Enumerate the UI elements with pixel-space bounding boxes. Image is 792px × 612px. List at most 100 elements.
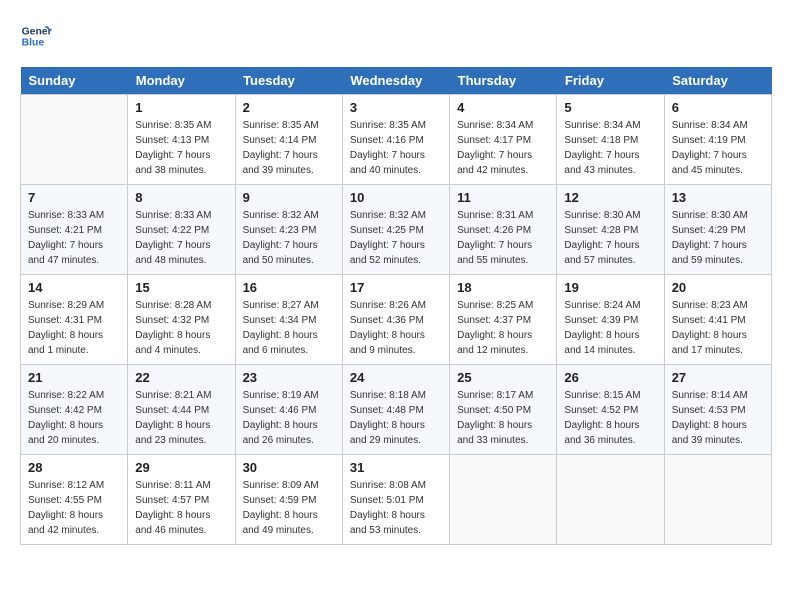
calendar-cell: 4 Sunrise: 8:34 AM Sunset: 4:17 PM Dayli…: [450, 95, 557, 185]
sunset-label: Sunset: 4:57 PM: [135, 495, 209, 506]
sunset-label: Sunset: 4:37 PM: [457, 315, 531, 326]
sunset-label: Sunset: 4:13 PM: [135, 135, 209, 146]
calendar-cell: 28 Sunrise: 8:12 AM Sunset: 4:55 PM Dayl…: [21, 455, 128, 545]
calendar-cell: 14 Sunrise: 8:29 AM Sunset: 4:31 PM Dayl…: [21, 275, 128, 365]
daylight-label: Daylight: 8 hours and 9 minutes.: [350, 330, 425, 356]
sunrise-label: Sunrise: 8:26 AM: [350, 300, 426, 311]
daylight-label: Daylight: 7 hours and 55 minutes.: [457, 240, 532, 266]
day-number: 12: [564, 190, 656, 205]
daylight-label: Daylight: 7 hours and 52 minutes.: [350, 240, 425, 266]
daylight-label: Daylight: 8 hours and 36 minutes.: [564, 420, 639, 446]
sunset-label: Sunset: 4:41 PM: [672, 315, 746, 326]
calendar-cell: 22 Sunrise: 8:21 AM Sunset: 4:44 PM Dayl…: [128, 365, 235, 455]
col-header-monday: Monday: [128, 67, 235, 95]
sunset-label: Sunset: 4:14 PM: [243, 135, 317, 146]
day-number: 28: [28, 460, 120, 475]
day-number: 5: [564, 100, 656, 115]
sunset-label: Sunset: 4:48 PM: [350, 405, 424, 416]
day-info: Sunrise: 8:35 AM Sunset: 4:14 PM Dayligh…: [243, 118, 335, 178]
daylight-label: Daylight: 8 hours and 46 minutes.: [135, 510, 210, 536]
calendar-cell: 10 Sunrise: 8:32 AM Sunset: 4:25 PM Dayl…: [342, 185, 449, 275]
daylight-label: Daylight: 8 hours and 14 minutes.: [564, 330, 639, 356]
calendar-cell: 30 Sunrise: 8:09 AM Sunset: 4:59 PM Dayl…: [235, 455, 342, 545]
calendar-cell: 12 Sunrise: 8:30 AM Sunset: 4:28 PM Dayl…: [557, 185, 664, 275]
calendar-cell: 5 Sunrise: 8:34 AM Sunset: 4:18 PM Dayli…: [557, 95, 664, 185]
daylight-label: Daylight: 7 hours and 42 minutes.: [457, 150, 532, 176]
day-info: Sunrise: 8:15 AM Sunset: 4:52 PM Dayligh…: [564, 388, 656, 448]
sunrise-label: Sunrise: 8:34 AM: [457, 120, 533, 131]
day-number: 2: [243, 100, 335, 115]
sunrise-label: Sunrise: 8:34 AM: [564, 120, 640, 131]
sunset-label: Sunset: 4:39 PM: [564, 315, 638, 326]
day-info: Sunrise: 8:35 AM Sunset: 4:13 PM Dayligh…: [135, 118, 227, 178]
logo-icon: General Blue: [20, 20, 52, 52]
calendar-cell: 1 Sunrise: 8:35 AM Sunset: 4:13 PM Dayli…: [128, 95, 235, 185]
day-info: Sunrise: 8:32 AM Sunset: 4:23 PM Dayligh…: [243, 208, 335, 268]
day-number: 23: [243, 370, 335, 385]
col-header-thursday: Thursday: [450, 67, 557, 95]
sunset-label: Sunset: 4:26 PM: [457, 225, 531, 236]
day-number: 16: [243, 280, 335, 295]
day-number: 18: [457, 280, 549, 295]
calendar-cell: 15 Sunrise: 8:28 AM Sunset: 4:32 PM Dayl…: [128, 275, 235, 365]
col-header-wednesday: Wednesday: [342, 67, 449, 95]
day-number: 13: [672, 190, 764, 205]
daylight-label: Daylight: 8 hours and 12 minutes.: [457, 330, 532, 356]
sunrise-label: Sunrise: 8:21 AM: [135, 390, 211, 401]
day-info: Sunrise: 8:23 AM Sunset: 4:41 PM Dayligh…: [672, 298, 764, 358]
day-number: 19: [564, 280, 656, 295]
day-info: Sunrise: 8:35 AM Sunset: 4:16 PM Dayligh…: [350, 118, 442, 178]
calendar-cell: 17 Sunrise: 8:26 AM Sunset: 4:36 PM Dayl…: [342, 275, 449, 365]
day-info: Sunrise: 8:19 AM Sunset: 4:46 PM Dayligh…: [243, 388, 335, 448]
calendar-cell: [664, 455, 771, 545]
calendar-cell: [557, 455, 664, 545]
day-number: 30: [243, 460, 335, 475]
day-info: Sunrise: 8:18 AM Sunset: 4:48 PM Dayligh…: [350, 388, 442, 448]
day-number: 6: [672, 100, 764, 115]
daylight-label: Daylight: 8 hours and 4 minutes.: [135, 330, 210, 356]
col-header-saturday: Saturday: [664, 67, 771, 95]
daylight-label: Daylight: 7 hours and 59 minutes.: [672, 240, 747, 266]
sunset-label: Sunset: 4:18 PM: [564, 135, 638, 146]
day-info: Sunrise: 8:33 AM Sunset: 4:22 PM Dayligh…: [135, 208, 227, 268]
sunrise-label: Sunrise: 8:28 AM: [135, 300, 211, 311]
day-info: Sunrise: 8:33 AM Sunset: 4:21 PM Dayligh…: [28, 208, 120, 268]
sunrise-label: Sunrise: 8:14 AM: [672, 390, 748, 401]
daylight-label: Daylight: 8 hours and 49 minutes.: [243, 510, 318, 536]
day-number: 21: [28, 370, 120, 385]
day-info: Sunrise: 8:21 AM Sunset: 4:44 PM Dayligh…: [135, 388, 227, 448]
calendar-cell: 20 Sunrise: 8:23 AM Sunset: 4:41 PM Dayl…: [664, 275, 771, 365]
calendar-cell: 13 Sunrise: 8:30 AM Sunset: 4:29 PM Dayl…: [664, 185, 771, 275]
sunrise-label: Sunrise: 8:11 AM: [135, 480, 210, 491]
sunset-label: Sunset: 4:31 PM: [28, 315, 102, 326]
day-number: 24: [350, 370, 442, 385]
day-info: Sunrise: 8:11 AM Sunset: 4:57 PM Dayligh…: [135, 478, 227, 538]
day-info: Sunrise: 8:34 AM Sunset: 4:19 PM Dayligh…: [672, 118, 764, 178]
day-info: Sunrise: 8:26 AM Sunset: 4:36 PM Dayligh…: [350, 298, 442, 358]
day-number: 11: [457, 190, 549, 205]
daylight-label: Daylight: 8 hours and 17 minutes.: [672, 330, 747, 356]
day-number: 20: [672, 280, 764, 295]
sunset-label: Sunset: 4:22 PM: [135, 225, 209, 236]
daylight-label: Daylight: 8 hours and 26 minutes.: [243, 420, 318, 446]
calendar-cell: 16 Sunrise: 8:27 AM Sunset: 4:34 PM Dayl…: [235, 275, 342, 365]
sunset-label: Sunset: 4:25 PM: [350, 225, 424, 236]
sunrise-label: Sunrise: 8:30 AM: [672, 210, 748, 221]
day-number: 9: [243, 190, 335, 205]
calendar-cell: 26 Sunrise: 8:15 AM Sunset: 4:52 PM Dayl…: [557, 365, 664, 455]
sunrise-label: Sunrise: 8:12 AM: [28, 480, 104, 491]
calendar-cell: 31 Sunrise: 8:08 AM Sunset: 5:01 PM Dayl…: [342, 455, 449, 545]
calendar-table: SundayMondayTuesdayWednesdayThursdayFrid…: [20, 67, 772, 545]
daylight-label: Daylight: 8 hours and 20 minutes.: [28, 420, 103, 446]
day-info: Sunrise: 8:34 AM Sunset: 4:18 PM Dayligh…: [564, 118, 656, 178]
calendar-cell: 18 Sunrise: 8:25 AM Sunset: 4:37 PM Dayl…: [450, 275, 557, 365]
calendar-header: SundayMondayTuesdayWednesdayThursdayFrid…: [21, 67, 772, 95]
sunset-label: Sunset: 4:42 PM: [28, 405, 102, 416]
day-number: 1: [135, 100, 227, 115]
sunrise-label: Sunrise: 8:34 AM: [672, 120, 748, 131]
day-info: Sunrise: 8:30 AM Sunset: 4:29 PM Dayligh…: [672, 208, 764, 268]
sunset-label: Sunset: 4:19 PM: [672, 135, 746, 146]
day-number: 31: [350, 460, 442, 475]
day-number: 26: [564, 370, 656, 385]
daylight-label: Daylight: 8 hours and 23 minutes.: [135, 420, 210, 446]
